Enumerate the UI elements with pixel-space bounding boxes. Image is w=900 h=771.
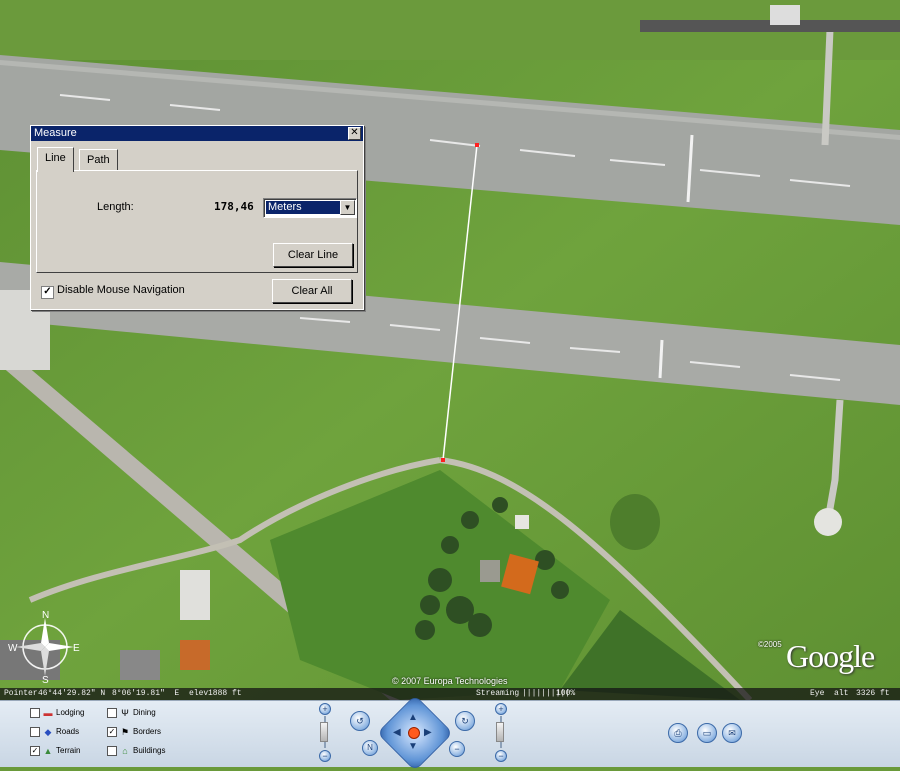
- layer-buildings-label: Buildings: [133, 746, 166, 755]
- pan-up-button[interactable]: ▲: [408, 712, 418, 723]
- layer-dining[interactable]: Ψ Dining: [107, 707, 177, 719]
- zoom-slider-handle[interactable]: [320, 722, 328, 742]
- disable-mouse-nav-label: Disable Mouse Navigation: [57, 284, 185, 296]
- pan-down-button[interactable]: ▼: [408, 741, 418, 752]
- streaming-label: Streaming: [476, 689, 520, 698]
- layer-terrain[interactable]: ✓ ▲ Terrain: [30, 745, 100, 757]
- zoom-out-button[interactable]: −: [319, 750, 331, 762]
- mail-icon[interactable]: ✉: [722, 723, 742, 743]
- tab-path[interactable]: Path: [79, 149, 118, 170]
- pointer-label: Pointer: [4, 689, 38, 698]
- tilt-slider-handle[interactable]: [496, 722, 504, 742]
- tilt-reset-button[interactable]: −: [449, 741, 465, 757]
- tilt-down-button[interactable]: −: [495, 750, 507, 762]
- pan-left-button[interactable]: ◀: [393, 727, 401, 738]
- reset-north-button[interactable]: N: [362, 740, 378, 756]
- map-copyright: © 2007 Europa Technologies: [392, 676, 508, 686]
- chevron-down-icon[interactable]: ▼: [340, 200, 355, 215]
- dpad-center-button[interactable]: [408, 727, 420, 739]
- measure-titlebar[interactable]: Measure ✕: [31, 126, 363, 141]
- building-icon: ⌂: [122, 746, 128, 756]
- mountain-icon: ▲: [43, 746, 53, 756]
- streaming-percent: 100%: [556, 689, 576, 698]
- google-logo: Google: [786, 638, 875, 674]
- pan-right-button[interactable]: ▶: [424, 727, 432, 738]
- compass-rose-icon[interactable]: N S W E: [8, 610, 82, 684]
- compass-e: E: [73, 643, 80, 654]
- disable-mouse-nav-checkbox[interactable]: ✓: [41, 286, 54, 299]
- map-view[interactable]: N S W E © 2007 Europa Technologies ©2005…: [0, 0, 900, 700]
- tab-line[interactable]: Line: [37, 147, 74, 172]
- clear-line-button[interactable]: Clear Line: [273, 243, 353, 267]
- zoom-in-button[interactable]: +: [319, 703, 331, 715]
- compass-n: N: [42, 610, 49, 621]
- flag-icon: ⚑: [120, 727, 130, 737]
- layer-lodging[interactable]: ▬ Lodging: [30, 707, 100, 719]
- layer-borders-checkbox[interactable]: ✓: [107, 727, 117, 737]
- layer-borders-label: Borders: [133, 727, 162, 736]
- layer-lodging-label: Lodging: [56, 708, 85, 717]
- layer-borders[interactable]: ✓ ⚑ Borders: [107, 726, 177, 738]
- status-bar: Pointer 46°44'29.82" N 8°06'19.81" E ele…: [0, 688, 900, 700]
- layer-terrain-checkbox[interactable]: ✓: [30, 746, 40, 756]
- compass-s: S: [42, 675, 49, 684]
- compass-w: W: [8, 643, 18, 654]
- measure-line-panel: Length: 178,46 Meters ▼ Clear Line: [36, 170, 358, 273]
- print-icon[interactable]: ⎙: [668, 723, 688, 743]
- layer-terrain-label: Terrain: [56, 746, 81, 755]
- layer-roads[interactable]: ◆ Roads: [30, 726, 100, 738]
- layer-dining-checkbox[interactable]: [107, 708, 117, 718]
- layer-buildings-checkbox[interactable]: [107, 746, 117, 756]
- unit-selected-value: Meters: [266, 201, 342, 214]
- eye-alt-value: 3326 ft: [856, 689, 890, 698]
- pointer-longitude: 8°06'19.81" E: [112, 689, 180, 698]
- rotate-ccw-button[interactable]: ↺: [350, 711, 370, 731]
- satellite-imagery: [0, 0, 900, 700]
- close-icon[interactable]: ✕: [348, 127, 361, 140]
- rotate-cw-button[interactable]: ↻: [455, 711, 475, 731]
- road-shield-icon: ◆: [44, 727, 52, 737]
- pointer-latitude: 46°44'29.82" N: [38, 689, 106, 698]
- layer-roads-label: Roads: [56, 727, 80, 736]
- layer-buildings[interactable]: ⌂ Buildings: [107, 745, 177, 757]
- clear-all-button[interactable]: Clear All: [272, 279, 352, 303]
- layer-dining-label: Dining: [133, 708, 156, 717]
- bus-icon[interactable]: ▭: [697, 723, 717, 743]
- unit-select[interactable]: Meters ▼: [263, 198, 357, 218]
- google-copyright-year: ©2005: [758, 640, 782, 649]
- bed-icon: ▬: [43, 708, 53, 718]
- measure-dialog: Measure ✕ Line Path Length: 178,46 Meter…: [30, 125, 364, 310]
- layer-roads-checkbox[interactable]: [30, 727, 40, 737]
- elev-value: 1888 ft: [208, 689, 242, 698]
- eye-alt-label: Eye alt: [810, 689, 849, 698]
- length-value: 178,46: [214, 200, 254, 213]
- fork-knife-icon: Ψ: [121, 708, 129, 718]
- elev-label: elev: [189, 689, 209, 698]
- tilt-up-button[interactable]: +: [495, 703, 507, 715]
- layer-lodging-checkbox[interactable]: [30, 708, 40, 718]
- length-label: Length:: [97, 201, 134, 213]
- measure-title: Measure: [34, 127, 77, 139]
